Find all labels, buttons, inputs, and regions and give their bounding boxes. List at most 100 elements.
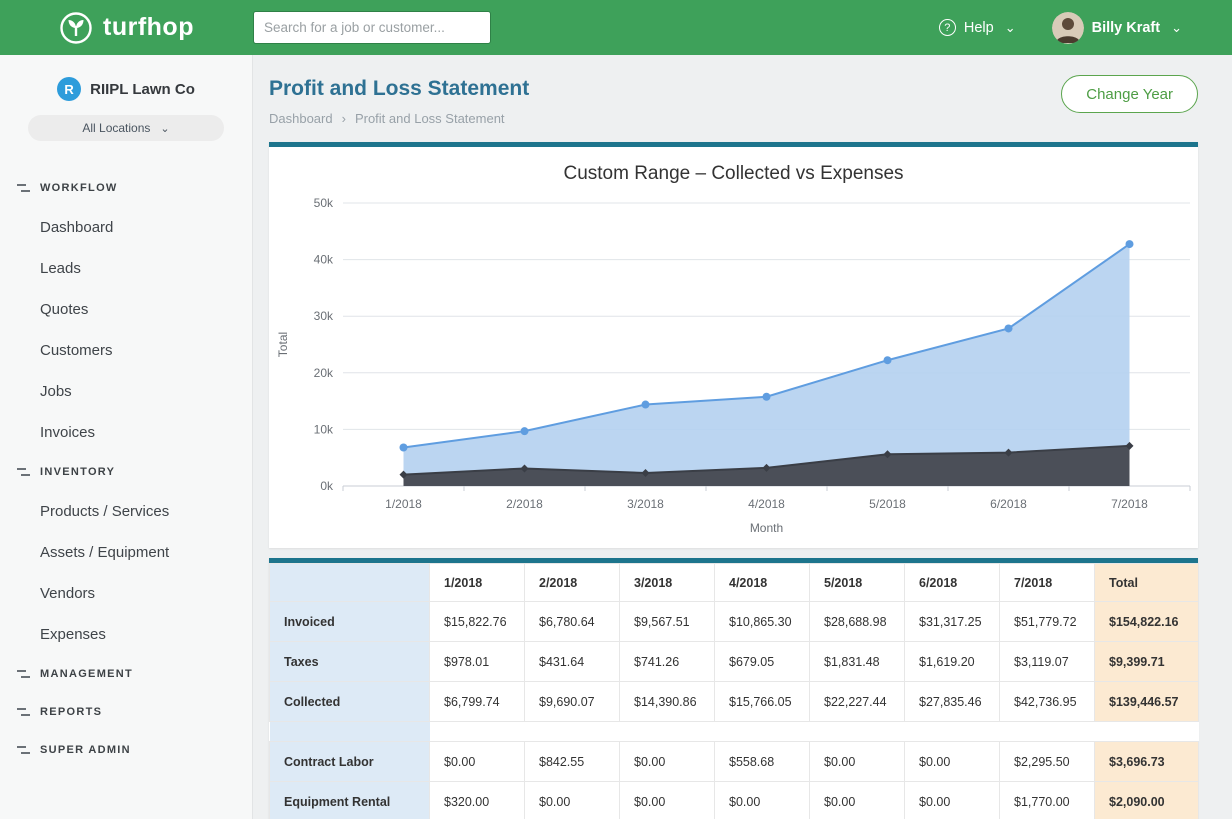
row-label: Invoiced	[270, 602, 430, 642]
sidebar-item-customers[interactable]: Customers	[0, 330, 252, 371]
table-cell: $15,822.76	[430, 602, 525, 642]
sidebar-item-quotes[interactable]: Quotes	[0, 289, 252, 330]
sidebar-item-assets-equipment[interactable]: Assets / Equipment	[0, 532, 252, 573]
svg-text:4/2018: 4/2018	[748, 497, 785, 511]
breadcrumb-dashboard[interactable]: Dashboard	[269, 111, 333, 126]
table-cell: $558.68	[715, 742, 810, 782]
table-cell: $0.00	[430, 742, 525, 782]
sidebar-item-vendors[interactable]: Vendors	[0, 573, 252, 614]
sidebar-item-leads[interactable]: Leads	[0, 248, 252, 289]
nav-section-workflow[interactable]: Workflow	[0, 169, 252, 207]
table-cell: $1,619.20	[905, 642, 1000, 682]
total-cell: $9,399.71	[1095, 642, 1199, 682]
table-cell: $28,688.98	[810, 602, 905, 642]
sidebar-item-invoices[interactable]: Invoices	[0, 412, 252, 453]
help-icon: ?	[939, 19, 956, 36]
table-row-equipment-rental: Equipment Rental$320.00$0.00$0.00$0.00$0…	[270, 782, 1199, 819]
column-header: 1/2018	[430, 564, 525, 602]
table-cell: $0.00	[810, 782, 905, 819]
nav-section-management[interactable]: Management	[0, 655, 252, 693]
table-cell: $741.26	[620, 642, 715, 682]
table-cell	[715, 722, 810, 742]
change-year-button[interactable]: Change Year	[1061, 75, 1198, 113]
svg-text:Total: Total	[276, 332, 290, 357]
brand: turfhop	[0, 11, 253, 45]
svg-text:6/2018: 6/2018	[990, 497, 1027, 511]
row-label: Taxes	[270, 642, 430, 682]
column-header: 4/2018	[715, 564, 810, 602]
table-card: 1/20182/20183/20184/20185/20186/20187/20…	[269, 558, 1198, 819]
table-cell: $6,799.74	[430, 682, 525, 722]
row-label: Collected	[270, 682, 430, 722]
table-cell: $6,780.64	[525, 602, 620, 642]
sidebar-item-products-services[interactable]: Products / Services	[0, 491, 252, 532]
table-cell	[525, 722, 620, 742]
table-cell: $9,567.51	[620, 602, 715, 642]
brand-name: turfhop	[103, 13, 194, 42]
search-input[interactable]	[253, 11, 491, 44]
svg-text:7/2018: 7/2018	[1111, 497, 1148, 511]
svg-text:0k: 0k	[320, 479, 334, 493]
table-cell	[810, 722, 905, 742]
table-cell: $0.00	[905, 742, 1000, 782]
column-header: 2/2018	[525, 564, 620, 602]
table-cell: $31,317.25	[905, 602, 1000, 642]
table-cell: $1,831.48	[810, 642, 905, 682]
table-cell: $22,227.44	[810, 682, 905, 722]
total-cell: $2,090.00	[1095, 782, 1199, 819]
svg-text:Month: Month	[750, 521, 783, 535]
breadcrumb-current: Profit and Loss Statement	[355, 111, 505, 126]
total-cell	[1095, 722, 1199, 742]
tree-icon	[17, 183, 30, 194]
company-badge-icon: R	[57, 77, 81, 101]
main-content: Profit and Loss Statement Dashboard › Pr…	[253, 55, 1232, 819]
user-menu[interactable]: Billy Kraft ⌄	[1052, 12, 1182, 44]
table-cell	[430, 722, 525, 742]
company-name: RIIPL Lawn Co	[90, 81, 195, 98]
table-cell: $51,779.72	[1000, 602, 1095, 642]
table-cell: $0.00	[620, 782, 715, 819]
table-cell: $3,119.07	[1000, 642, 1095, 682]
table-cell: $0.00	[905, 782, 1000, 819]
topbar: turfhop ? Help ⌄ Billy Kraft ⌄	[0, 0, 1232, 55]
sidebar-item-dashboard[interactable]: Dashboard	[0, 207, 252, 248]
tree-icon	[17, 669, 30, 680]
profit-loss-table: 1/20182/20183/20184/20185/20186/20187/20…	[269, 563, 1199, 819]
location-filter-dropdown[interactable]: All Locations ⌄	[28, 115, 224, 141]
nav-section-reports[interactable]: Reports	[0, 693, 252, 731]
help-label: Help	[964, 20, 994, 36]
table-cell: $0.00	[620, 742, 715, 782]
table-cell: $842.55	[525, 742, 620, 782]
table-cell: $978.01	[430, 642, 525, 682]
help-menu[interactable]: ? Help ⌄	[939, 19, 1016, 36]
nav-section-super-admin[interactable]: Super Admin	[0, 731, 252, 769]
column-header: 5/2018	[810, 564, 905, 602]
breadcrumb: Dashboard › Profit and Loss Statement	[269, 111, 529, 126]
total-cell: $139,446.57	[1095, 682, 1199, 722]
column-header: Total	[1095, 564, 1199, 602]
sidebar: R RIIPL Lawn Co All Locations ⌄ Workflow…	[0, 55, 253, 819]
row-label: Contract Labor	[270, 742, 430, 782]
tree-icon	[17, 467, 30, 478]
svg-text:20k: 20k	[314, 366, 334, 380]
company-header[interactable]: R RIIPL Lawn Co	[0, 55, 252, 101]
table-row-invoiced: Invoiced$15,822.76$6,780.64$9,567.51$10,…	[270, 602, 1199, 642]
collected-vs-expenses-chart: 0k10k20k30k40k50k1/20182/20183/20184/201…	[269, 187, 1198, 542]
svg-text:50k: 50k	[314, 196, 334, 210]
user-name: Billy Kraft	[1092, 20, 1161, 36]
table-cell: $15,766.05	[715, 682, 810, 722]
breadcrumb-separator: ›	[342, 111, 346, 126]
table-cell: $679.05	[715, 642, 810, 682]
table-cell: $0.00	[810, 742, 905, 782]
svg-text:2/2018: 2/2018	[506, 497, 543, 511]
svg-text:3/2018: 3/2018	[627, 497, 664, 511]
row-label: Equipment Rental	[270, 782, 430, 819]
svg-text:10k: 10k	[314, 422, 334, 436]
nav-section-inventory[interactable]: Inventory	[0, 453, 252, 491]
table-cell: $431.64	[525, 642, 620, 682]
table-cell: $0.00	[715, 782, 810, 819]
tree-icon	[17, 707, 30, 718]
sidebar-item-expenses[interactable]: Expenses	[0, 614, 252, 655]
column-header: 3/2018	[620, 564, 715, 602]
sidebar-item-jobs[interactable]: Jobs	[0, 371, 252, 412]
